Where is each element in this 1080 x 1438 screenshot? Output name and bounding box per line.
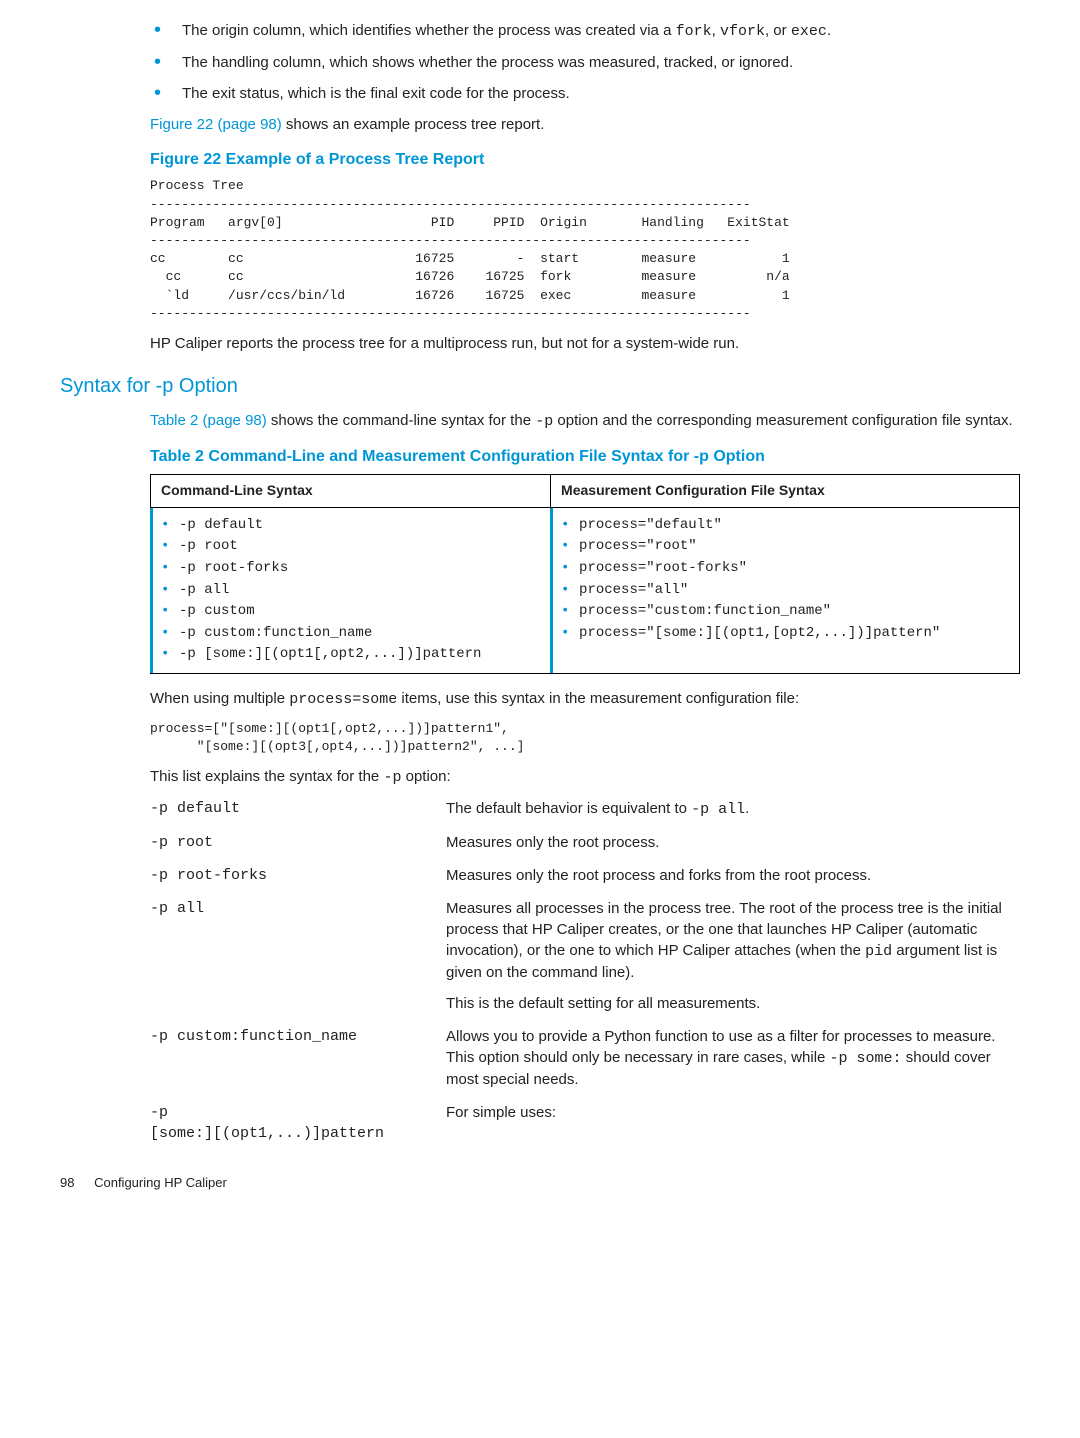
bullet-item: The handling column, which shows whether… [182, 52, 1020, 73]
cell-item: process="custom:function_name" [561, 602, 1009, 622]
bullet-item: The origin column, which identifies whet… [182, 20, 1020, 42]
def-desc: The default behavior is equivalent to -p… [446, 798, 1020, 820]
figure-title: Figure 22 Example of a Process Tree Repo… [150, 149, 1020, 171]
section-heading: Syntax for -p Option [60, 372, 1020, 400]
cell-item: -p root-forks [161, 559, 540, 579]
definition-list: -p default The default behavior is equiv… [150, 798, 1020, 1144]
code: fork [676, 23, 712, 40]
def-desc: Measures only the root process and forks… [446, 865, 1020, 886]
def-term: -p default [150, 798, 430, 820]
def-term: -p all [150, 898, 430, 1014]
link[interactable]: Figure 22 (page 98) [150, 116, 282, 133]
figure-reference: Figure 22 (page 98) shows an example pro… [150, 114, 1020, 135]
def-desc: For simple uses: [446, 1102, 1020, 1144]
bullet-item: The exit status, which is the final exit… [182, 83, 1020, 104]
code: exec [791, 23, 827, 40]
text: . [745, 800, 749, 817]
text: , [712, 22, 720, 39]
def-desc: Allows you to provide a Python function … [446, 1026, 1020, 1090]
cell-item: -p custom:function_name [161, 624, 540, 644]
text: This list explains the syntax for the [150, 768, 383, 785]
cell-item: -p root [161, 537, 540, 557]
cell-item: process="root-forks" [561, 559, 1009, 579]
text: shows the command-line syntax for the [267, 412, 535, 429]
footer-title: Configuring HP Caliper [94, 1175, 227, 1190]
code: -p some: [830, 1050, 902, 1067]
paragraph: This list explains the syntax for the -p… [150, 766, 1020, 788]
text: The default behavior is equivalent to [446, 800, 691, 817]
code: -p [383, 769, 401, 786]
cell-item: process="root" [561, 537, 1009, 557]
paragraph: HP Caliper reports the process tree for … [150, 333, 1020, 354]
cell-item: process="[some:][(opt1,[opt2,...])]patte… [561, 624, 1009, 644]
text: The exit status, which is the final exit… [182, 85, 570, 102]
code: process=some [289, 691, 397, 708]
text: When using multiple [150, 690, 289, 707]
bullet-list: The origin column, which identifies whet… [150, 20, 1020, 104]
table-reference: Table 2 (page 98) shows the command-line… [150, 410, 1020, 432]
cell-item: -p all [161, 581, 540, 601]
def-term: -p [some:][(opt1,...)]pattern [150, 1102, 430, 1144]
text: option: [401, 768, 450, 785]
def-term: -p root-forks [150, 865, 430, 886]
text: items, use this syntax in the measuremen… [397, 690, 799, 707]
link[interactable]: Table 2 (page 98) [150, 412, 267, 429]
cell-item: process="all" [561, 581, 1009, 601]
text: . [827, 22, 831, 39]
text: The origin column, which identifies whet… [182, 22, 676, 39]
def-desc: Measures all processes in the process tr… [446, 898, 1020, 1014]
code: -p [535, 413, 553, 430]
page-footer: 98 Configuring HP Caliper [60, 1174, 1020, 1192]
cell-item: -p [some:][(opt1[,opt2,...])]pattern [161, 645, 540, 665]
def-term: -p custom:function_name [150, 1026, 430, 1090]
table-header: Measurement Configuration File Syntax [551, 475, 1020, 508]
text: The handling column, which shows whether… [182, 54, 793, 71]
table-cell: process="default" process="root" process… [551, 507, 1020, 673]
text: option and the corresponding measurement… [553, 412, 1012, 429]
def-term: -p root [150, 832, 430, 853]
paragraph: When using multiple process=some items, … [150, 688, 1020, 710]
syntax-table: Command-Line Syntax Measurement Configur… [150, 474, 1020, 674]
process-tree-code: Process Tree ---------------------------… [150, 177, 1020, 323]
cell-item: -p custom [161, 602, 540, 622]
text: This is the default setting for all meas… [446, 993, 1020, 1014]
def-desc: Measures only the root process. [446, 832, 1020, 853]
page-number: 98 [60, 1174, 74, 1192]
code: -p all [691, 801, 745, 818]
text: , or [765, 22, 791, 39]
table-cell: -p default -p root -p root-forks -p all … [151, 507, 551, 673]
text: shows an example process tree report. [282, 116, 545, 133]
cell-item: process="default" [561, 516, 1009, 536]
table-title: Table 2 Command-Line and Measurement Con… [150, 446, 1020, 468]
code: vfork [720, 23, 765, 40]
code: pid [865, 943, 892, 960]
code-block: process=["[some:][(opt1[,opt2,...])]patt… [150, 720, 1020, 756]
cell-item: -p default [161, 516, 540, 536]
table-header: Command-Line Syntax [151, 475, 551, 508]
